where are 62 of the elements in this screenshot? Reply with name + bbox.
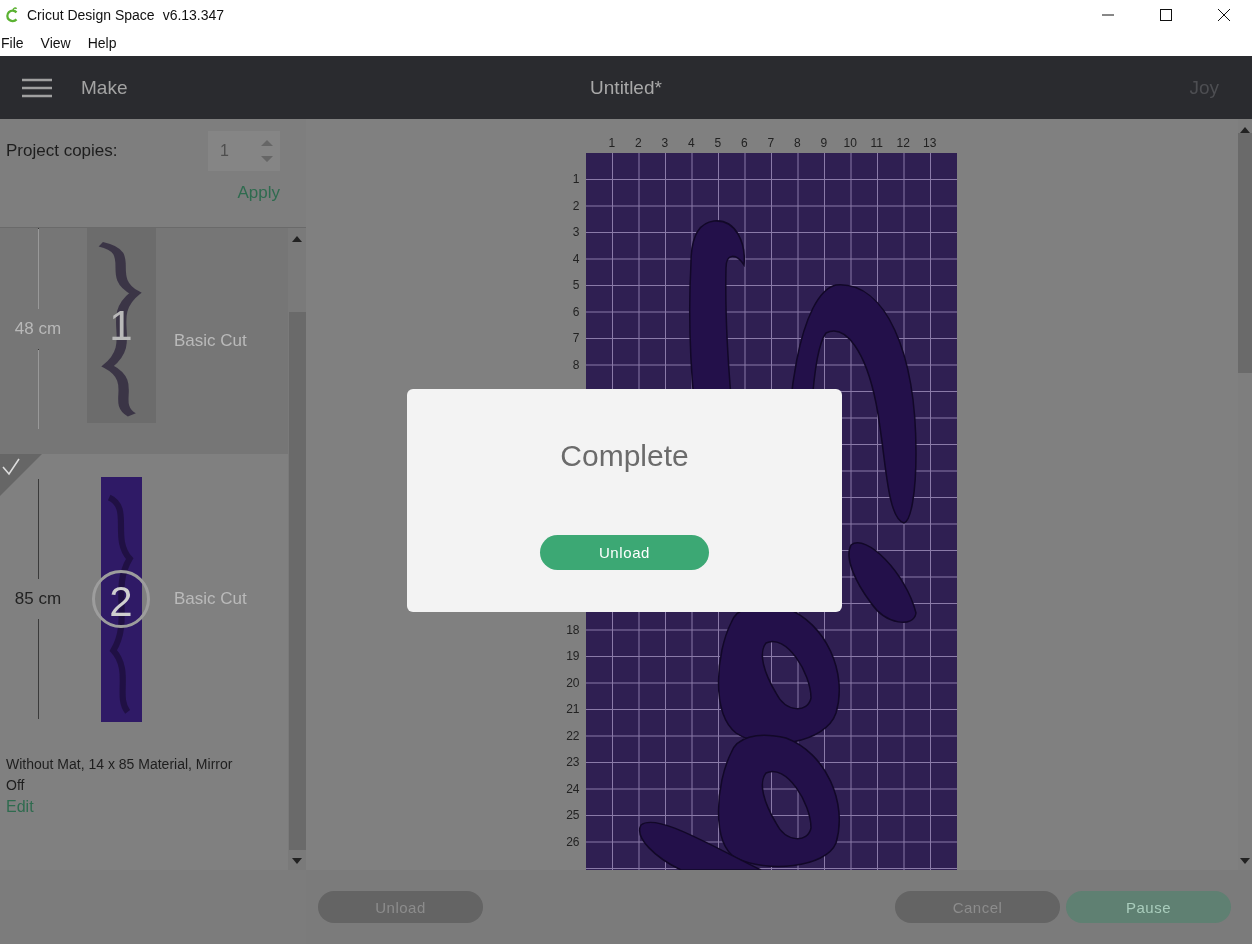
scrollbar-thumb[interactable] [1238,133,1252,373]
apply-link[interactable]: Apply [237,183,280,203]
mat-details: Without Mat, 14 x 85 Material, Mirror Off [6,755,234,795]
row-number: 25 [565,807,581,824]
mat-card[interactable]: 48 cm 1 Basic Cut [0,228,288,454]
app-version: v6.13.347 [162,7,225,23]
close-icon[interactable] [1218,9,1230,21]
column-number: 11 [869,135,884,152]
menu-item[interactable]: View [39,35,87,51]
column-number: 7 [766,135,776,152]
row-number: 4 [571,250,581,268]
mat-length: 85 cm [14,588,62,610]
check-icon [0,454,42,496]
arrow-down-icon[interactable] [1240,858,1250,864]
column-number: 9 [819,135,829,152]
scrollbar[interactable] [288,228,306,870]
column-number: 1 [607,135,617,152]
column-number: 3 [660,135,670,152]
row-number: 5 [571,277,581,294]
app-logo-icon [6,7,20,23]
row-number: 6 [571,303,581,321]
column-number: 8 [792,135,802,152]
mat-length: 48 cm [14,317,62,340]
cut-type: Basic Cut [174,589,247,609]
window-title: Cricut Design Space [27,7,155,23]
arrow-down-icon[interactable] [292,858,302,864]
row-number: 20 [565,674,581,692]
mode-title: Make [81,76,128,99]
unload-button[interactable]: Unload [540,535,709,570]
row-number: 7 [571,330,581,347]
column-number: 2 [633,135,643,152]
row-number: 24 [565,780,581,798]
dialog-title: Complete [560,439,689,473]
menu-item[interactable]: File [0,35,40,51]
row-number: 18 [565,621,581,639]
row-number: 8 [571,356,581,374]
menu-icon[interactable] [22,77,52,98]
row-number: 19 [565,648,581,665]
arrow-up-icon[interactable] [292,236,302,242]
row-number: 26 [565,833,581,851]
maximize-icon[interactable] [1160,9,1172,21]
column-number: 13 [922,135,938,152]
edit-link[interactable]: Edit [6,798,34,816]
column-number: 12 [895,135,911,152]
mat-number: 1 [108,300,134,351]
column-number: 5 [713,135,723,152]
row-number: 3 [571,224,581,241]
row-number: 2 [571,197,581,215]
row-number: 23 [565,754,581,771]
row-number: 22 [565,727,581,745]
arrow-up-icon[interactable] [1240,127,1250,133]
mat-number: 2 [92,570,150,628]
row-number: 21 [565,701,581,718]
column-number: 10 [842,135,858,152]
menu-item[interactable]: Help [86,35,133,51]
cut-type: Basic Cut [174,331,247,351]
pause-button[interactable]: Pause [1066,891,1231,923]
column-number: 4 [686,135,696,152]
row-number: 1 [571,171,581,188]
copies-label: Project copies: [6,141,118,161]
project-title: Untitled* [590,76,662,99]
column-number: 6 [739,135,749,152]
